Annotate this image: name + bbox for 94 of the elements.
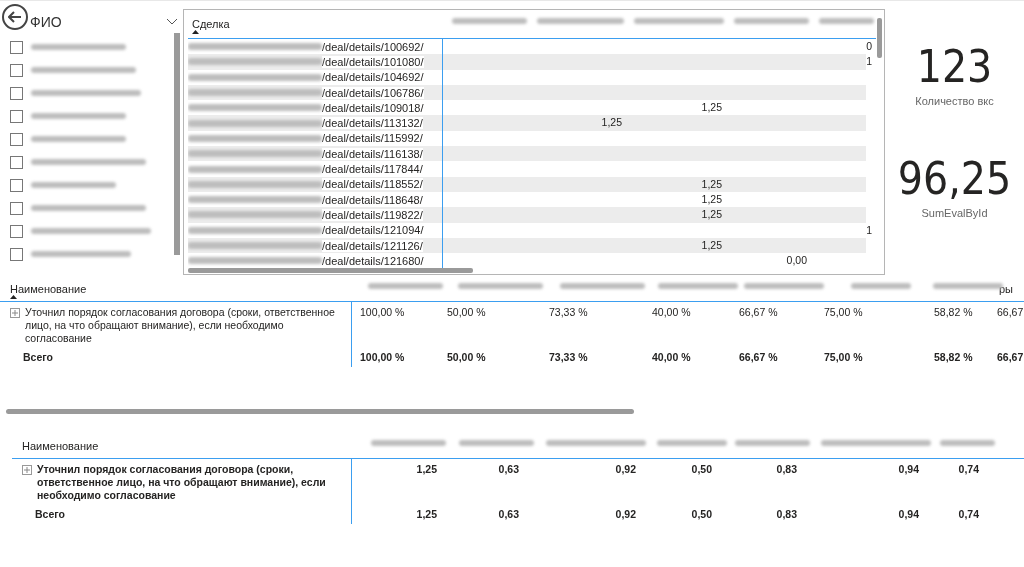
deal-link[interactable]: /deal/details/106786/ <box>322 86 424 99</box>
table-cell-text: 0,94 <box>897 462 920 477</box>
deal-link[interactable]: /deal/details/115992/ <box>322 132 423 145</box>
scrollbar[interactable] <box>6 409 634 414</box>
checkbox[interactable] <box>10 132 23 146</box>
checkbox[interactable] <box>10 155 23 169</box>
column-header[interactable]: Наименование <box>10 283 87 295</box>
table-cell-text: 0,83 <box>775 462 798 477</box>
card-value: 123 <box>916 43 993 91</box>
back-arrow-icon <box>8 11 22 23</box>
deal-link[interactable]: /deal/details/118648/ <box>322 193 423 206</box>
table-cell-text: 50,00 % <box>446 350 487 365</box>
table-cell-text: 40,00 % <box>651 350 692 365</box>
table-cell-text: 66,67 % <box>738 305 779 320</box>
table-cell-text: 0,74 <box>957 507 980 522</box>
table-cell: 1,25 <box>701 177 722 190</box>
scrollbar[interactable] <box>174 33 180 255</box>
table-cell-text: 1,25 <box>415 462 438 477</box>
table-cell: 1 <box>866 55 872 68</box>
slicer-title: ФИО <box>30 14 62 30</box>
table-cell-text: 0,63 <box>497 507 520 522</box>
table-cell-text: 0,94 <box>897 507 920 522</box>
deal-link[interactable]: /deal/details/121126/ <box>322 239 423 252</box>
row-label: Уточнил порядок согласования договора (сроки, ответственное лицо, на что обращают внимание), если необходимо согласование <box>37 463 327 502</box>
checkbox[interactable] <box>10 178 23 192</box>
table-cell-text: 1,25 <box>415 507 438 522</box>
table-cell-text: 58,82 % <box>933 305 974 320</box>
table-cell-text: 0,92 <box>614 462 637 477</box>
deal-link[interactable]: /deal/details/121094/ <box>322 224 424 237</box>
blurred-text <box>851 283 911 289</box>
checkbox[interactable] <box>10 86 23 100</box>
sort-icon[interactable] <box>192 30 199 34</box>
table-cell-text: 0,92 <box>614 507 637 522</box>
table-cell-text: 75,00 % <box>823 305 864 320</box>
table-cell-text: 0,83 <box>775 507 798 522</box>
table-cell-text: 100,00 % <box>359 305 406 320</box>
deal-link[interactable]: /deal/details/104692/ <box>322 71 424 84</box>
table-cell-text: 0,50 <box>690 507 713 522</box>
blurred-text <box>939 440 995 446</box>
deal-link[interactable]: /deal/details/119822/ <box>322 208 423 221</box>
scrollbar[interactable] <box>877 18 882 58</box>
table-cell: 0,00 <box>786 254 807 267</box>
table-cell-text: 0,74 <box>957 462 980 477</box>
expand-icon[interactable] <box>22 465 32 475</box>
scrollbar[interactable] <box>188 268 473 273</box>
table-cell: 0 <box>866 40 872 52</box>
table-cell-text: 66,67 <box>996 305 1024 320</box>
deal-link[interactable]: /deal/details/113132/ <box>322 117 423 130</box>
card-label: SumEvalById <box>921 207 988 219</box>
deal-link[interactable]: /deal/details/118552/ <box>322 178 423 191</box>
checkbox[interactable] <box>10 201 23 215</box>
card-label: Количество вкс <box>915 95 994 107</box>
deal-link[interactable]: /deal/details/121680/ <box>322 254 424 267</box>
blurred-text <box>819 18 874 24</box>
back-button[interactable] <box>2 4 28 30</box>
table-cell: 1,25 <box>701 192 722 205</box>
checkbox[interactable] <box>10 224 23 238</box>
row-label: Уточнил порядок согласования договора (сроки, ответственное лицо, на что обращают внимание), если необходимо согласование <box>25 306 336 345</box>
table-cell-text: 73,33 % <box>548 305 589 320</box>
checkbox[interactable] <box>10 63 23 77</box>
deal-link[interactable]: /deal/details/100692/ <box>322 40 424 53</box>
table-cell-text: 66,67 % <box>738 350 779 365</box>
table-cell-text: 58,82 % <box>933 350 974 365</box>
chevron-down-icon[interactable] <box>167 19 177 25</box>
column-header[interactable]: ры <box>999 283 1014 295</box>
table-cell-text: 66,67 <box>996 350 1024 365</box>
table-cell: 1,25 <box>701 101 722 114</box>
table-cell-text: 0,63 <box>497 462 520 477</box>
table-cell: 1,25 <box>701 238 722 251</box>
table-cell-text: 100,00 % <box>359 350 406 365</box>
table-cell-text: 40,00 % <box>651 305 692 320</box>
total-label: Всего <box>35 508 66 521</box>
deal-link[interactable]: /deal/details/117844/ <box>322 163 423 175</box>
table-cell-text: 50,00 % <box>446 305 487 320</box>
total-label: Всего <box>23 351 54 364</box>
table-cell-text: 75,00 % <box>823 350 864 365</box>
column-header[interactable]: Наименование <box>22 440 99 452</box>
column-header[interactable]: Сделка <box>192 18 230 30</box>
blurred-text <box>932 283 1003 289</box>
table-cell: 1,25 <box>701 208 722 221</box>
table-cell: 1,25 <box>601 116 622 129</box>
checkbox[interactable] <box>10 247 23 261</box>
deal-link[interactable]: /deal/details/116138/ <box>322 147 423 160</box>
table-cell: 1 <box>866 223 872 236</box>
checkbox[interactable] <box>10 109 23 123</box>
checkbox[interactable] <box>10 40 23 54</box>
blurred-text <box>657 440 727 446</box>
expand-icon[interactable] <box>10 308 20 318</box>
deal-link[interactable]: /deal/details/109018/ <box>322 101 424 114</box>
sort-icon[interactable] <box>10 295 17 299</box>
deal-link[interactable]: /deal/details/101080/ <box>322 55 424 68</box>
table-cell-text: 0,50 <box>690 462 713 477</box>
table-cell-text: 73,33 % <box>548 350 589 365</box>
card-value: 96,25 <box>897 155 1012 203</box>
